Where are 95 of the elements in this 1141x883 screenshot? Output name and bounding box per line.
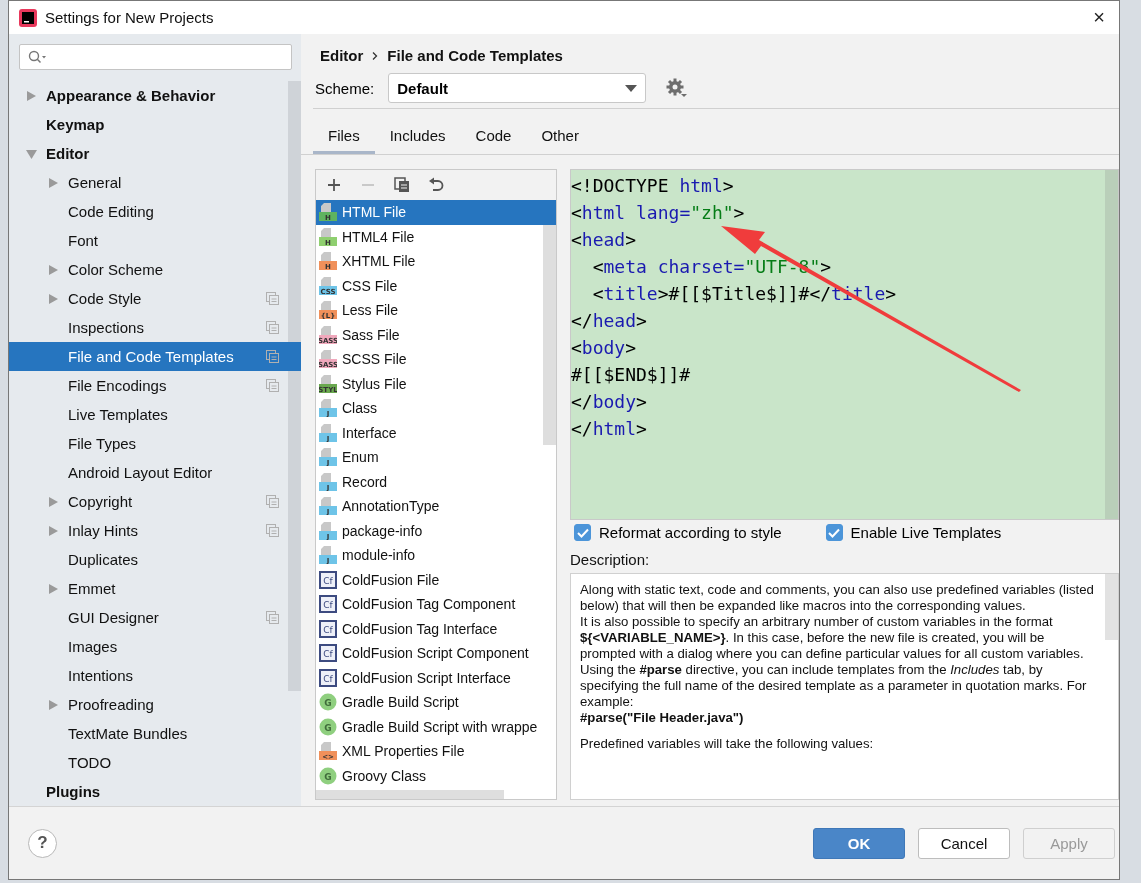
expand-arrow-icon bbox=[26, 89, 37, 102]
code-line: </body> bbox=[571, 390, 648, 414]
file-type-icon: G bbox=[319, 693, 337, 712]
scrollbar[interactable] bbox=[288, 81, 301, 691]
description-text: It is also possible to specify an arbitrary number of custom variables in the format ${<VARIABLE_NAME>}. In this case, before the new file is created, you will be prompted with a dialog where you can define particular values for all custom variables. bbox=[580, 614, 1085, 662]
file-type-icon: Cf bbox=[319, 619, 337, 638]
breadcrumb-item: Editor bbox=[320, 47, 364, 64]
template-item[interactable]: Cf ColdFusion Script Interface bbox=[316, 665, 543, 690]
tree-item[interactable]: Emmet bbox=[9, 574, 301, 603]
tree-item[interactable]: TODO bbox=[9, 748, 301, 777]
expand-arrow-icon bbox=[48, 263, 59, 276]
search-icon bbox=[28, 50, 48, 64]
tree-item[interactable]: Code Style bbox=[9, 284, 301, 313]
file-type-icon: G bbox=[319, 766, 337, 785]
help-button[interactable]: ? bbox=[28, 828, 57, 858]
template-item[interactable]: Cf ColdFusion Script Component bbox=[316, 641, 543, 666]
tree-item[interactable]: File Encodings bbox=[9, 371, 301, 400]
checkbox-label: Reformat according to style bbox=[599, 524, 782, 541]
tree-item[interactable]: Font bbox=[9, 226, 301, 255]
dialog-button[interactable]: OK bbox=[813, 827, 905, 859]
file-type-icon: Cf bbox=[319, 668, 337, 687]
add-icon[interactable] bbox=[326, 177, 342, 193]
template-item[interactable]: Cf ColdFusion File bbox=[316, 567, 543, 592]
expand-arrow-icon bbox=[48, 176, 59, 189]
code-example: #parse("File Header.java") bbox=[580, 710, 745, 726]
window-title: Settings for New Projects bbox=[45, 9, 215, 26]
tree-item[interactable]: File and Code Templates bbox=[9, 342, 301, 371]
tree-item[interactable]: File Types bbox=[9, 429, 301, 458]
scrollbar[interactable] bbox=[1105, 170, 1118, 519]
chevron-icon bbox=[371, 50, 380, 61]
scheme-dropdown[interactable]: Default bbox=[388, 73, 647, 103]
description-text: Predefined variables will take the following values: bbox=[580, 736, 875, 752]
tree-item[interactable]: Editor bbox=[9, 139, 301, 168]
description-text: Along with static text, code and comments, you can also use predefined variables (listed below) that will then be expanded like macros into the corresponding values. bbox=[580, 582, 1095, 614]
template-item[interactable]: Cf ColdFusion Tag Interface bbox=[316, 616, 543, 641]
tree-item[interactable]: General bbox=[9, 168, 301, 197]
tree-item[interactable]: Intentions bbox=[9, 661, 301, 690]
tab[interactable]: Other bbox=[526, 121, 594, 154]
breadcrumb-item: File and Code Templates bbox=[387, 47, 563, 64]
tree-item[interactable]: Appearance & Behavior bbox=[9, 81, 301, 110]
checkbox[interactable] bbox=[574, 524, 591, 541]
undo-icon[interactable] bbox=[428, 177, 444, 193]
template-item[interactable]: G Groovy Class bbox=[316, 763, 543, 788]
checkbox[interactable] bbox=[825, 524, 843, 541]
tree-item[interactable]: Code Editing bbox=[9, 197, 301, 226]
expand-arrow-icon bbox=[48, 524, 59, 537]
collapse-arrow-icon bbox=[26, 147, 37, 160]
scrollbar[interactable] bbox=[316, 790, 504, 799]
tab[interactable]: Files bbox=[313, 121, 375, 154]
tree-item[interactable]: Images bbox=[9, 632, 301, 661]
settings-icon[interactable] bbox=[666, 78, 689, 98]
code-line: <!DOCTYPE html> bbox=[571, 174, 735, 198]
file-type-icon: G bbox=[319, 717, 337, 736]
code-line: <head> bbox=[571, 228, 638, 252]
tree-item[interactable]: Color Scheme bbox=[9, 255, 301, 284]
code-line: #[[$END$]]# bbox=[571, 363, 692, 387]
code-line: <body> bbox=[571, 336, 638, 360]
tree-item[interactable]: TextMate Bundles bbox=[9, 719, 301, 748]
expand-arrow-icon bbox=[48, 292, 59, 305]
tree-item[interactable]: Proofreading bbox=[9, 690, 301, 719]
tree-item[interactable]: Android Layout Editor bbox=[9, 458, 301, 487]
code-line: </head> bbox=[571, 309, 648, 333]
tree-item[interactable]: Plugins bbox=[9, 777, 301, 806]
template-item[interactable]: Cf ColdFusion Tag Component bbox=[316, 592, 543, 617]
expand-arrow-icon bbox=[48, 495, 59, 508]
dialog-button[interactable]: Cancel bbox=[918, 827, 1010, 859]
tree-item[interactable]: Duplicates bbox=[9, 545, 301, 574]
description-text: Using the #parse directive, you can include templates from the Includes tab, by specifying the full name of the desired template as a parameter in quotation marks. For example: bbox=[580, 662, 1088, 710]
description-label: Description: bbox=[570, 550, 651, 570]
search-field[interactable] bbox=[19, 44, 292, 70]
file-type-icon: Cf bbox=[319, 644, 337, 663]
tree-item[interactable]: GUI Designer bbox=[9, 603, 301, 632]
copy-icon[interactable] bbox=[394, 177, 410, 193]
tree-item[interactable]: Live Templates bbox=[9, 400, 301, 429]
template-item[interactable]: G Gradle Build Script with wrappe bbox=[316, 714, 543, 739]
app-logo-icon bbox=[19, 8, 37, 27]
checkbox-label: Enable Live Templates bbox=[850, 524, 1002, 541]
scheme-label: Scheme: bbox=[315, 79, 375, 97]
tab[interactable]: Code bbox=[460, 121, 527, 154]
template-item[interactable]: G Gradle Build Script bbox=[316, 690, 543, 715]
file-type-icon: Cf bbox=[319, 595, 337, 614]
tree-item[interactable]: Inlay Hints bbox=[9, 516, 301, 545]
tree-item[interactable]: Inspections bbox=[9, 313, 301, 342]
expand-arrow-icon bbox=[48, 698, 59, 711]
expand-arrow-icon bbox=[48, 582, 59, 595]
close-button[interactable]: × bbox=[1087, 6, 1111, 29]
tree-item[interactable]: Copyright bbox=[9, 487, 301, 516]
scrollbar[interactable] bbox=[1105, 574, 1118, 640]
code-line: </html> bbox=[571, 417, 648, 441]
tab[interactable]: Includes bbox=[374, 121, 461, 154]
scrollbar[interactable] bbox=[543, 225, 556, 445]
code-line: <html lang="zh"> bbox=[571, 201, 746, 225]
dropdown-arrow-icon bbox=[625, 84, 638, 92]
tree-item[interactable]: Keymap bbox=[9, 110, 301, 139]
file-type-icon: Cf bbox=[319, 570, 337, 589]
